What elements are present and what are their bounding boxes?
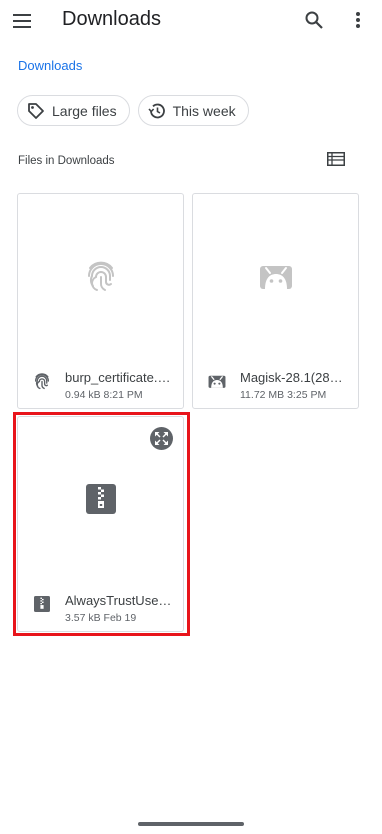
android-icon bbox=[259, 266, 292, 289]
chip-label: This week bbox=[172, 102, 236, 119]
android-icon bbox=[208, 375, 226, 388]
file-size: 11.72 MB bbox=[240, 389, 285, 401]
file-details: 11.72 MB 3:25 PM bbox=[240, 389, 326, 401]
file-card[interactable]: burp_certificate.… 0.94 kB 8:21 PM bbox=[17, 193, 184, 409]
file-type-icon bbox=[33, 595, 51, 613]
menu-button[interactable] bbox=[10, 9, 34, 33]
breadcrumb[interactable]: Downloads bbox=[18, 58, 82, 73]
gesture-navigation-bar[interactable] bbox=[138, 822, 244, 826]
search-button[interactable] bbox=[302, 8, 326, 32]
file-time: Feb 19 bbox=[103, 612, 137, 624]
file-thumbnail bbox=[18, 417, 183, 581]
file-thumbnail bbox=[193, 194, 358, 358]
file-details: 0.94 kB 8:21 PM bbox=[65, 389, 143, 401]
section-label: Files in Downloads bbox=[18, 155, 115, 167]
file-details: 3.57 kB Feb 19 bbox=[65, 612, 136, 624]
list-view-icon bbox=[327, 152, 345, 166]
more-vert-icon bbox=[356, 12, 360, 28]
hamburger-menu-icon bbox=[13, 14, 31, 28]
file-name: AlwaysTrustUse… bbox=[65, 593, 172, 608]
file-time: 8:21 PM bbox=[103, 389, 143, 401]
file-card[interactable]: Magisk-28.1(28… 11.72 MB 3:25 PM bbox=[192, 193, 359, 409]
file-time: 3:25 PM bbox=[287, 389, 327, 401]
filter-chips: Large files This week bbox=[17, 95, 249, 126]
file-size: 0.94 kB bbox=[65, 389, 101, 401]
search-icon bbox=[305, 11, 323, 29]
label-tag-icon bbox=[28, 102, 44, 119]
file-name: burp_certificate.… bbox=[65, 370, 171, 385]
zip-archive-icon bbox=[34, 596, 50, 612]
history-icon bbox=[148, 103, 165, 118]
more-options-button[interactable] bbox=[348, 8, 368, 32]
chip-label: Large files bbox=[52, 102, 117, 119]
page-title: Downloads bbox=[62, 8, 161, 30]
file-size: 3.57 kB bbox=[65, 612, 101, 624]
large-files-chip[interactable]: Large files bbox=[17, 95, 130, 126]
file-name: Magisk-28.1(28… bbox=[240, 370, 343, 385]
this-week-chip[interactable]: This week bbox=[137, 95, 249, 126]
file-thumbnail bbox=[18, 194, 183, 358]
file-type-icon bbox=[33, 372, 51, 390]
file-card[interactable]: AlwaysTrustUse… 3.57 kB Feb 19 bbox=[17, 416, 184, 632]
fingerprint-icon bbox=[87, 261, 114, 291]
zip-archive-icon bbox=[85, 484, 116, 514]
list-view-toggle-button[interactable] bbox=[327, 152, 345, 168]
fingerprint-icon bbox=[34, 373, 50, 390]
file-type-icon bbox=[208, 372, 226, 390]
top-app-bar: Downloads bbox=[0, 0, 382, 42]
